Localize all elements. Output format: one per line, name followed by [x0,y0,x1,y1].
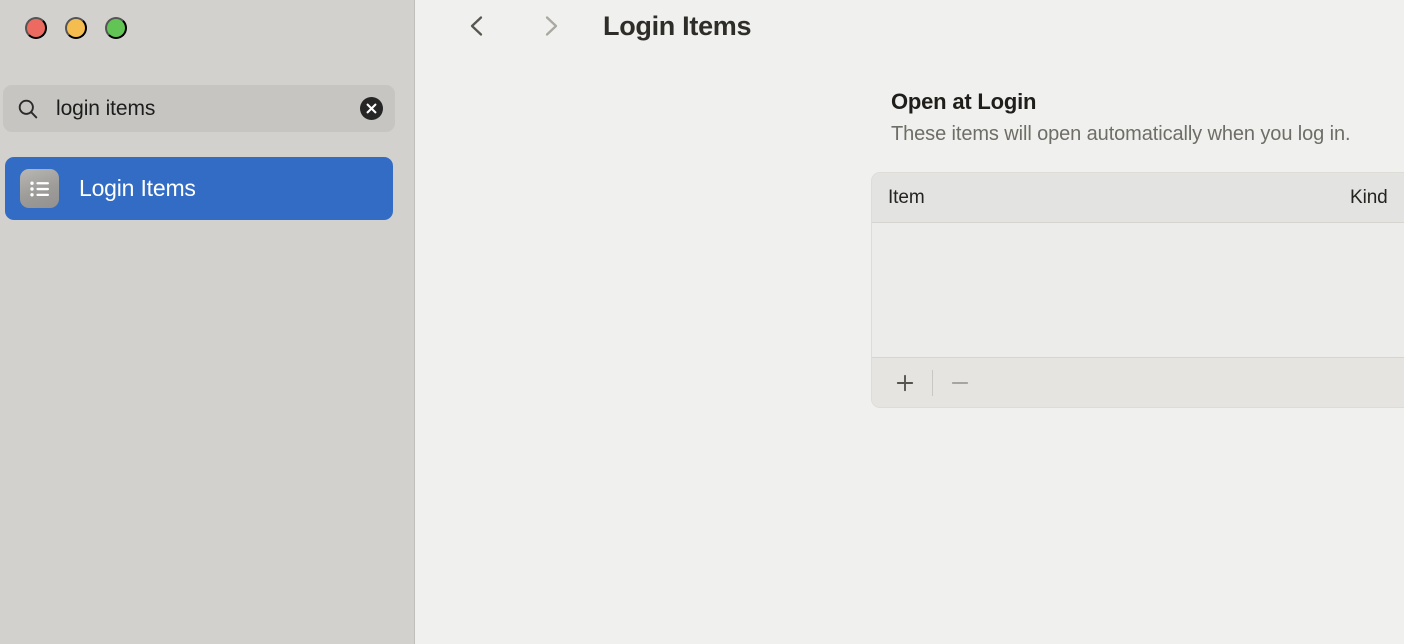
navigation-header: Login Items [415,0,1404,52]
section-header: Open at Login These items will open auto… [891,88,1351,147]
minimize-window-button[interactable] [65,17,87,39]
remove-login-item-button[interactable] [941,366,979,400]
sidebar-results-list: Login Items [5,157,393,220]
add-login-item-button[interactable] [886,366,924,400]
login-items-table: Item Kind [871,172,1404,408]
column-header-item[interactable]: Item [872,187,1350,209]
sidebar: Login Items [0,0,415,644]
section-title: Open at Login [891,89,1037,114]
sidebar-item-label: Login Items [79,175,196,201]
clear-search-button[interactable] [360,97,383,120]
bulleted-list-icon [20,169,59,208]
search-input[interactable] [56,96,360,121]
search-icon [17,98,39,120]
system-settings-window: Login Items Login Items Open at Login Th… [0,0,1404,644]
window-controls [25,17,127,39]
search-field[interactable] [3,85,395,132]
close-window-button[interactable] [25,17,47,39]
main-content: Login Items Open at Login These items wi… [415,0,1404,644]
maximize-window-button[interactable] [105,17,127,39]
table-body[interactable] [872,223,1404,357]
page-title: Login Items [603,10,752,41]
back-button[interactable] [457,5,499,47]
forward-button[interactable] [529,5,571,47]
toolbar-divider [932,369,933,396]
table-footer-toolbar [872,357,1404,407]
section-subtitle: These items will open automatically when… [891,123,1351,145]
table-header-row: Item Kind [872,173,1404,223]
column-header-kind[interactable]: Kind [1350,187,1404,209]
empty-table-placeholder [872,223,1404,357]
sidebar-item-login-items[interactable]: Login Items [5,157,393,220]
